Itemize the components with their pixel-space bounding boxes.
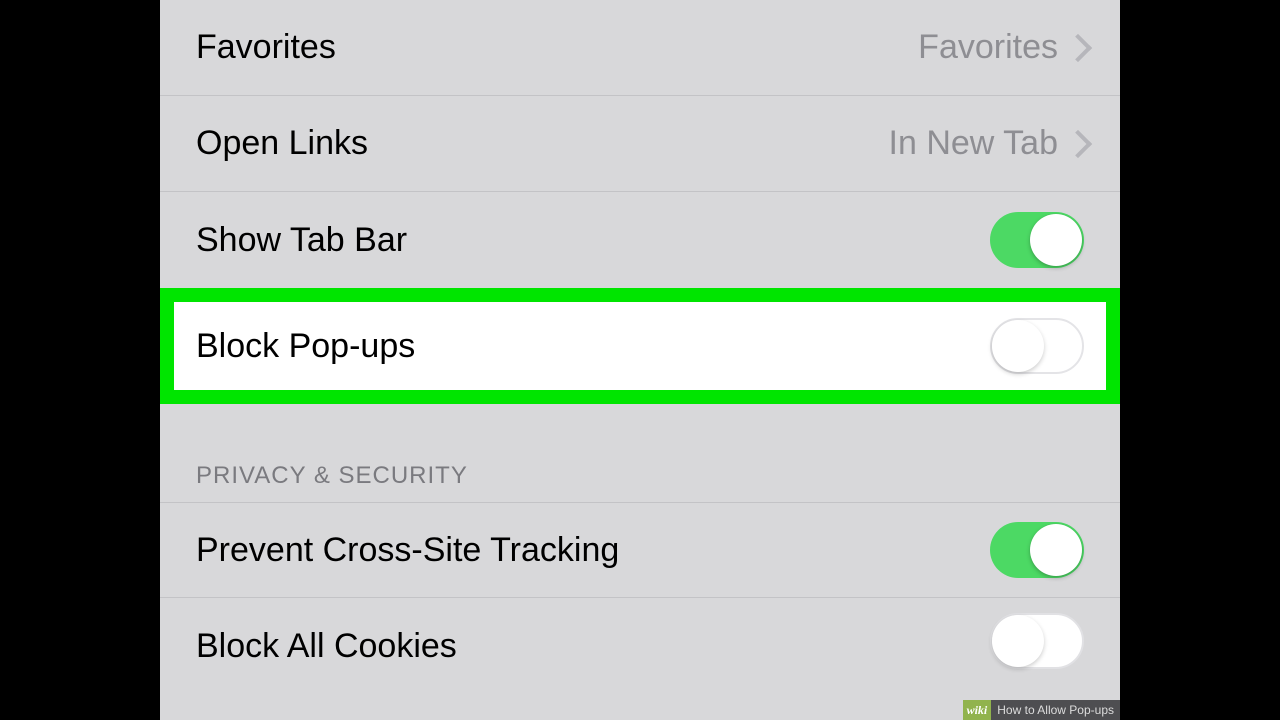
row-block-popups: Block Pop-ups <box>174 302 1106 390</box>
prevent-tracking-label: Prevent Cross-Site Tracking <box>196 531 990 570</box>
toggle-knob <box>1030 214 1082 266</box>
toggle-knob <box>992 320 1044 372</box>
favorites-value: Favorites <box>918 28 1058 67</box>
toggle-knob <box>992 615 1044 667</box>
prevent-tracking-toggle[interactable] <box>990 522 1084 578</box>
block-popups-toggle[interactable] <box>990 318 1084 374</box>
show-tab-bar-toggle[interactable] <box>990 212 1084 268</box>
watermark-brand: wiki <box>963 700 992 720</box>
section-spacer <box>160 404 1120 462</box>
row-block-cookies: Block All Cookies <box>160 598 1120 670</box>
row-show-tab-bar: Show Tab Bar <box>160 192 1120 288</box>
row-favorites[interactable]: Favorites Favorites <box>160 0 1120 96</box>
block-popups-label: Block Pop-ups <box>196 327 990 366</box>
highlight-block-popups: Block Pop-ups <box>160 288 1120 404</box>
row-prevent-tracking: Prevent Cross-Site Tracking <box>160 502 1120 598</box>
watermark-title: How to Allow Pop-ups <box>991 700 1120 720</box>
toggle-knob <box>1030 524 1082 576</box>
row-open-links[interactable]: Open Links In New Tab <box>160 96 1120 192</box>
chevron-right-icon <box>1068 130 1084 158</box>
block-cookies-toggle[interactable] <box>990 613 1084 669</box>
watermark: wiki How to Allow Pop-ups <box>963 700 1120 720</box>
settings-panel: Favorites Favorites Open Links In New Ta… <box>160 0 1120 720</box>
chevron-right-icon <box>1068 34 1084 62</box>
show-tab-bar-label: Show Tab Bar <box>196 221 990 260</box>
block-cookies-label: Block All Cookies <box>196 627 990 666</box>
open-links-value: In New Tab <box>889 124 1058 163</box>
favorites-label: Favorites <box>196 28 918 67</box>
privacy-section-header: PRIVACY & SECURITY <box>160 462 1120 502</box>
open-links-label: Open Links <box>196 124 889 163</box>
